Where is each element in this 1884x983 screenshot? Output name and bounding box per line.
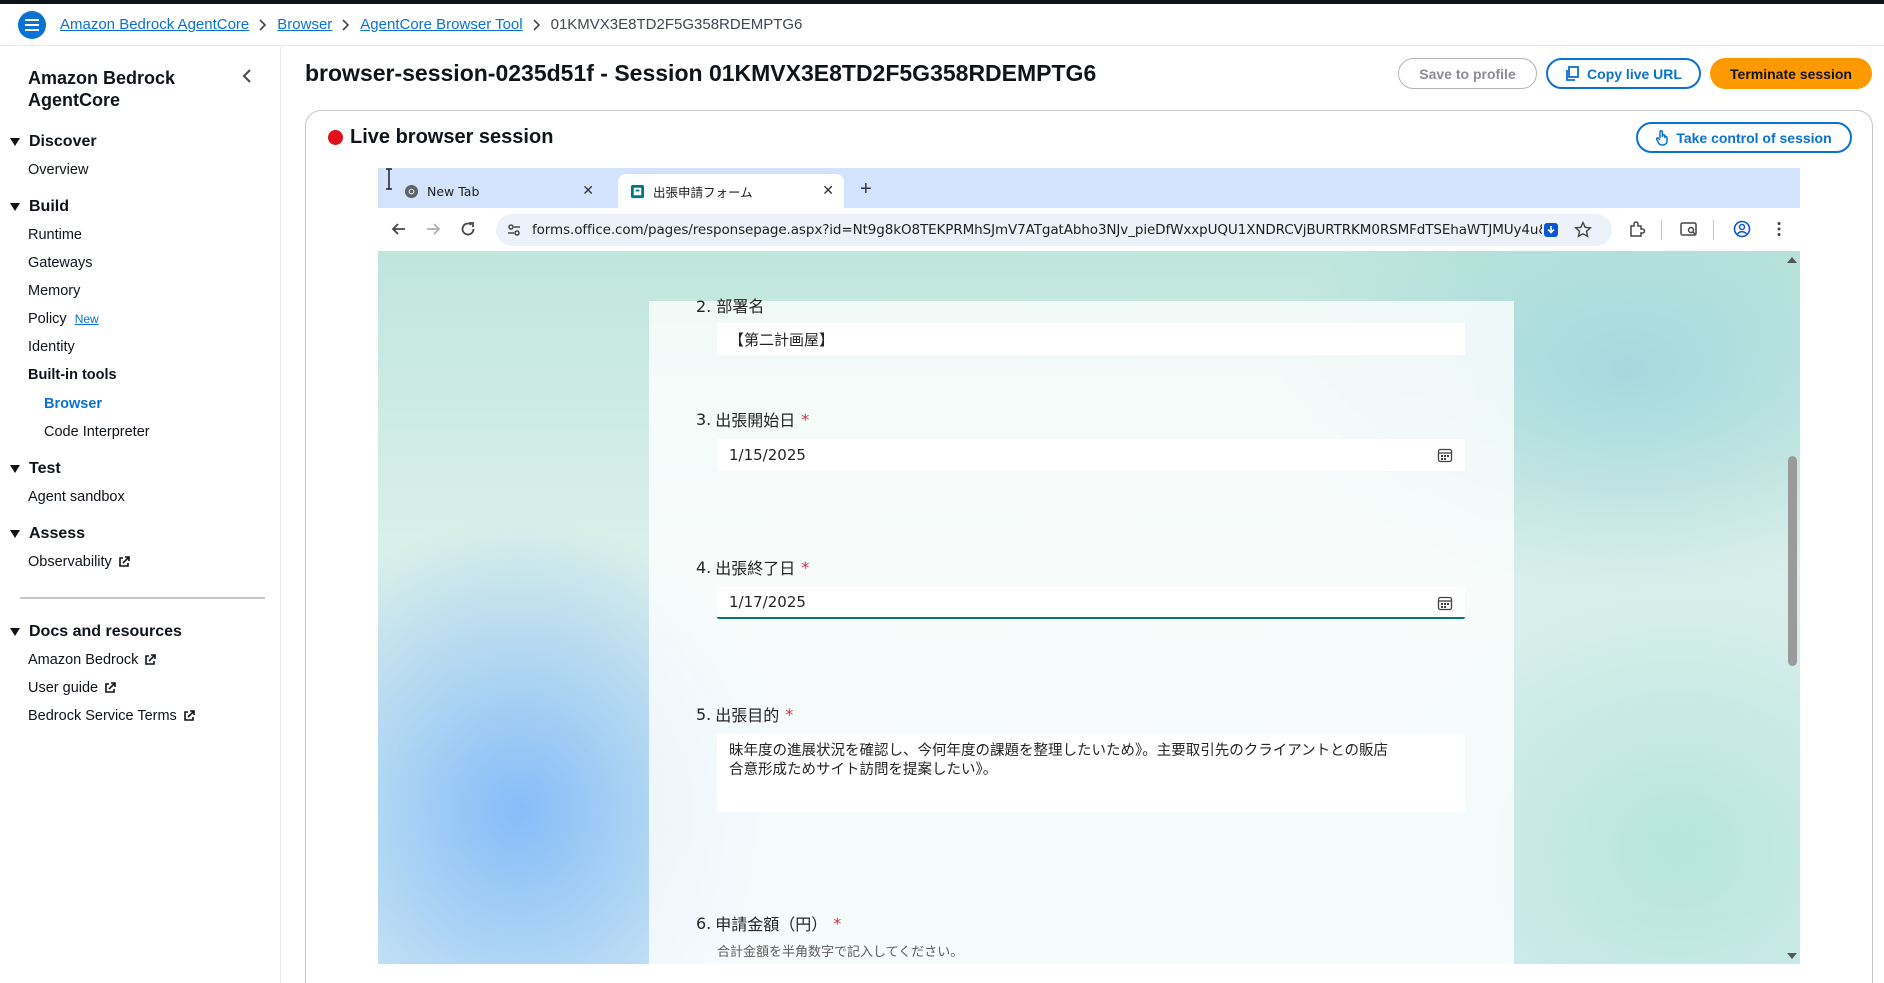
sidebar-item-built-in-tools[interactable]: Built-in tools bbox=[28, 367, 117, 383]
chevron-right-icon bbox=[533, 18, 541, 31]
sidebar-item-runtime[interactable]: Runtime bbox=[28, 227, 82, 243]
collapse-sidebar-icon[interactable] bbox=[242, 69, 258, 87]
url-text: forms.office.com/pages/responsepage.aspx… bbox=[532, 222, 1542, 238]
sidebar-item-user-guide[interactable]: User guide bbox=[28, 680, 116, 696]
sidebar-divider bbox=[20, 597, 265, 599]
new-badge: New bbox=[74, 312, 99, 326]
sidebar-item-policy[interactable]: Policy New bbox=[28, 311, 99, 327]
external-link-icon bbox=[104, 682, 116, 694]
browser-tabbar: New Tab ✕ 出張申請フォーム ✕ + bbox=[378, 168, 1800, 208]
question-3-label: 3. 出張開始日 * bbox=[696, 409, 810, 431]
sidebar-item-gateways[interactable]: Gateways bbox=[28, 255, 92, 271]
sidebar-section-docs[interactable]: Docs and resources bbox=[10, 623, 182, 641]
sidebar-item-service-terms[interactable]: Bedrock Service Terms bbox=[28, 708, 195, 724]
external-link-icon bbox=[183, 710, 195, 722]
sidebar-section-discover[interactable]: Discover bbox=[10, 133, 97, 151]
department-input[interactable]: 【第二計画屋】 bbox=[717, 323, 1465, 355]
scroll-down-arrow-icon[interactable] bbox=[1787, 953, 1797, 959]
kebab-menu-icon[interactable] bbox=[1770, 220, 1788, 238]
chevron-right-icon bbox=[342, 18, 350, 31]
calendar-icon[interactable] bbox=[1437, 595, 1453, 611]
page-scrollbar[interactable] bbox=[1784, 251, 1800, 964]
browser-toolbar: forms.office.com/pages/responsepage.aspx… bbox=[378, 208, 1800, 251]
live-status-dot bbox=[328, 130, 343, 145]
extensions-icon[interactable] bbox=[1628, 220, 1646, 238]
panel-title: Live browser session bbox=[350, 126, 554, 148]
sidebar-item-identity[interactable]: Identity bbox=[28, 339, 75, 355]
calendar-icon[interactable] bbox=[1437, 447, 1453, 463]
copy-icon bbox=[1566, 66, 1579, 81]
sidebar-section-build[interactable]: Build bbox=[10, 198, 69, 216]
close-tab-icon[interactable]: ✕ bbox=[582, 183, 594, 199]
question-6-label: 6. 申請金額（円） * bbox=[696, 913, 842, 935]
new-tab-plus-icon[interactable]: + bbox=[860, 178, 872, 201]
tab-search-icon[interactable] bbox=[1680, 220, 1698, 238]
back-arrow-icon[interactable] bbox=[390, 220, 408, 238]
breadcrumb-current: 01KMVX3E8TD2F5G358RDEMPTG6 bbox=[550, 16, 803, 33]
text-cursor-icon bbox=[386, 168, 392, 190]
sidebar-item-observability[interactable]: Observability bbox=[28, 554, 130, 570]
start-date-input[interactable]: 1/15/2025 bbox=[717, 439, 1465, 471]
purpose-textarea[interactable]: 昧年度の進展状況を確認し、今何年度の課題を整理したいため》。主要取引先のクライア… bbox=[717, 734, 1465, 812]
sidebar-item-amazon-bedrock[interactable]: Amazon Bedrock bbox=[28, 652, 157, 668]
chevron-right-icon bbox=[259, 18, 267, 31]
breadcrumb: Amazon Bedrock AgentCore Browser AgentCo… bbox=[0, 4, 1884, 46]
scroll-up-arrow-icon[interactable] bbox=[1787, 257, 1797, 263]
sidebar-section-test[interactable]: Test bbox=[10, 460, 61, 478]
copy-live-url-button[interactable]: Copy live URL bbox=[1546, 58, 1701, 89]
bookmark-star-icon[interactable] bbox=[1574, 221, 1592, 239]
external-link-icon bbox=[144, 654, 157, 666]
site-settings-icon[interactable] bbox=[506, 222, 522, 238]
sidebar-item-overview[interactable]: Overview bbox=[28, 162, 88, 178]
close-tab-icon[interactable]: ✕ bbox=[822, 183, 834, 199]
question-2-label: 2. 部署名 bbox=[696, 297, 765, 316]
sidebar-item-code-interpreter[interactable]: Code Interpreter bbox=[44, 424, 150, 440]
question-4-label: 4. 出張終了日 * bbox=[696, 557, 810, 579]
reload-icon[interactable] bbox=[459, 220, 477, 238]
hand-pointer-icon bbox=[1656, 129, 1669, 146]
breadcrumb-agentcore[interactable]: Amazon Bedrock AgentCore bbox=[60, 16, 249, 33]
end-date-input[interactable]: 1/17/2025 bbox=[717, 587, 1465, 619]
scrollbar-thumb[interactable] bbox=[1788, 456, 1797, 666]
forward-arrow-icon[interactable] bbox=[424, 220, 442, 238]
web-page-viewport[interactable]: 2. 部署名 【第二計画屋】 3. 出張開始日 * 1/15/2025 4. 出張終了… bbox=[378, 251, 1800, 964]
take-control-button[interactable]: Take control of session bbox=[1636, 122, 1852, 153]
external-link-icon bbox=[118, 556, 130, 568]
question-6-hint: 合計金額を半角数字で記入してください。 bbox=[717, 945, 964, 960]
chrome-icon bbox=[404, 184, 419, 198]
breadcrumb-browser-tool[interactable]: AgentCore Browser Tool bbox=[360, 16, 522, 33]
sidebar-section-assess[interactable]: Assess bbox=[10, 525, 85, 543]
browser-tab-new-tab[interactable]: New Tab ✕ bbox=[394, 174, 604, 208]
sidebar-item-memory[interactable]: Memory bbox=[28, 283, 80, 299]
address-bar[interactable]: forms.office.com/pages/responsepage.aspx… bbox=[496, 214, 1612, 246]
terminate-session-button[interactable]: Terminate session bbox=[1710, 58, 1872, 89]
sidebar-item-browser[interactable]: Browser bbox=[44, 396, 102, 412]
sidebar-title[interactable]: Amazon Bedrock AgentCore bbox=[28, 67, 218, 111]
ms-forms-icon bbox=[630, 184, 645, 198]
page-title: browser-session-0235d51f - Session 01KMV… bbox=[305, 60, 1097, 86]
form-card: 2. 部署名 【第二計画屋】 3. 出張開始日 * 1/15/2025 4. 出張終了… bbox=[649, 297, 1514, 964]
sidebar: Amazon Bedrock AgentCore Discover Overvi… bbox=[0, 47, 281, 983]
profile-avatar-icon[interactable] bbox=[1733, 220, 1751, 238]
browser-tab-forms[interactable]: 出張申請フォーム ✕ bbox=[618, 174, 844, 208]
save-to-profile-button[interactable]: Save to profile bbox=[1398, 58, 1537, 89]
sidebar-item-agent-sandbox[interactable]: Agent sandbox bbox=[28, 489, 125, 505]
embedded-browser[interactable]: New Tab ✕ 出張申請フォーム ✕ + forms.office.com/… bbox=[378, 168, 1800, 964]
install-app-icon[interactable] bbox=[1542, 221, 1560, 239]
breadcrumb-browser[interactable]: Browser bbox=[277, 16, 332, 33]
question-5-label: 5. 出張目的 * bbox=[696, 704, 794, 726]
menu-icon[interactable] bbox=[18, 10, 46, 39]
